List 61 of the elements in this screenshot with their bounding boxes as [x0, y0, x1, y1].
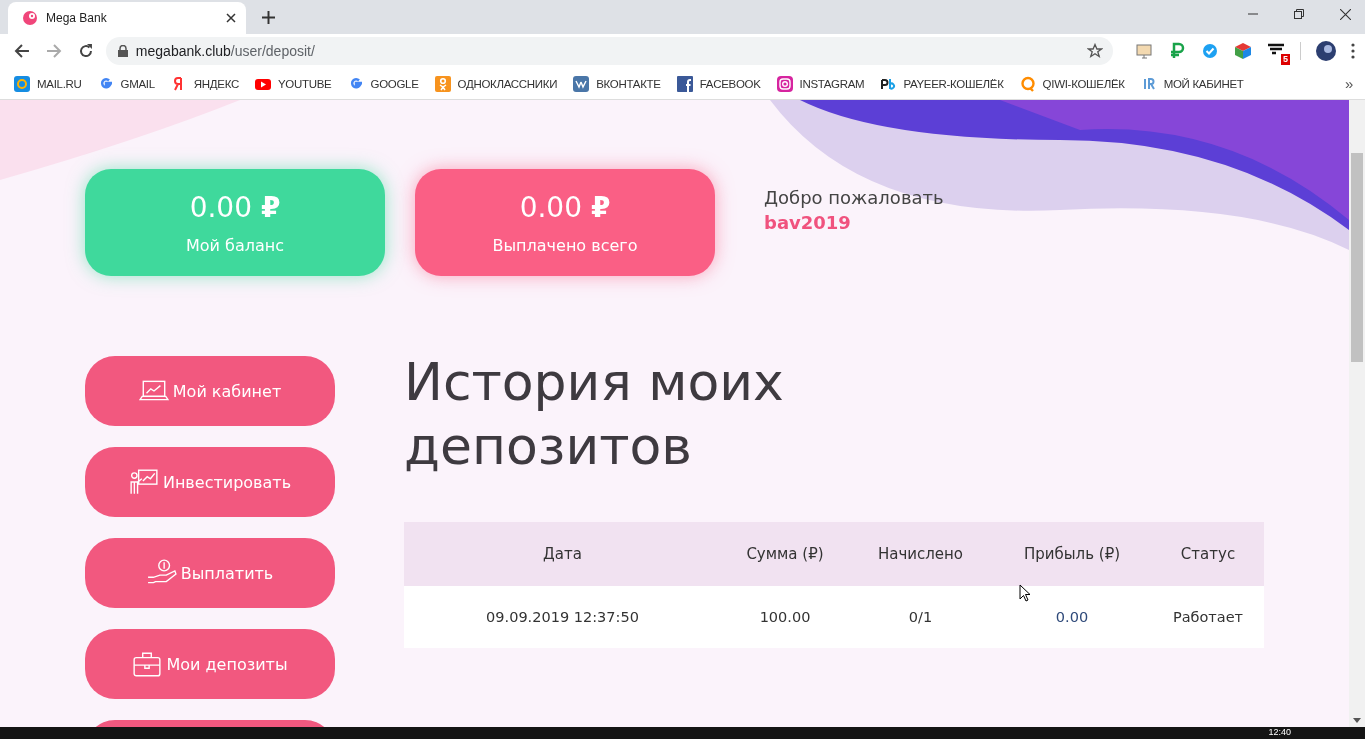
username: bav2019: [764, 211, 852, 233]
bookmark[interactable]: MAIL.RU: [14, 75, 82, 92]
bookmark[interactable]: YOUTUBE: [255, 75, 332, 92]
cube-icon[interactable]: [1234, 42, 1252, 60]
column-header: Сумма (₽): [745, 545, 825, 563]
stat-amount: 0.00 ₽: [519, 190, 611, 224]
avatar-icon[interactable]: [1316, 41, 1336, 61]
bookmark[interactable]: PAYEER-КОШЕЛЁК: [880, 75, 1004, 92]
clock-text: 12:40: [1268, 727, 1291, 737]
welcome-text: Добро пожаловать: [764, 186, 944, 208]
stat-amount: 0.00 ₽: [189, 190, 281, 224]
column-header: Начислено: [876, 545, 965, 563]
table-cell-text: Работает: [1171, 609, 1245, 625]
logo-icon: [22, 10, 38, 26]
close-icon[interactable]: [226, 13, 236, 23]
monitor-icon[interactable]: [1135, 42, 1153, 60]
address-bar[interactable]: megabank.club/user/deposit/: [105, 37, 1113, 65]
bookmark-icon: [1019, 75, 1036, 92]
more-bookmarks-button[interactable]: »: [1344, 75, 1353, 92]
check-icon[interactable]: [1201, 42, 1219, 60]
url-text: megabank.club/user/deposit/: [135, 43, 316, 59]
bookmark-icon: [676, 75, 693, 92]
bookmark[interactable]: МОЙ КАБИНЕТ: [1140, 75, 1244, 92]
stat-label: Выплачено всего: [492, 235, 638, 255]
new-tab-icon[interactable]: [262, 11, 275, 24]
table-cell-text: 100.00: [758, 609, 812, 625]
scrollbar-thumb[interactable]: [1351, 153, 1363, 362]
table-cell-text: 09.09.2019 12:37:50: [485, 609, 640, 625]
column-header: Дата: [542, 545, 583, 563]
browser-tab[interactable]: Mega Bank: [8, 2, 246, 34]
back-icon[interactable]: [14, 43, 30, 59]
lock-icon: [117, 45, 128, 57]
bookmark[interactable]: FACEBOOK: [676, 75, 761, 92]
bookmark-icon: [776, 75, 793, 92]
bookmark[interactable]: ОДНОКЛАССНИКИ: [434, 75, 558, 92]
extension-badge: 5: [1281, 54, 1290, 65]
stat-label: Мой баланс: [185, 235, 284, 255]
bookmark[interactable]: QIWI-КОШЕЛЁК: [1019, 75, 1125, 92]
table-cell-text: 0/1: [907, 609, 934, 625]
column-header: Статус: [1179, 545, 1237, 563]
table-cell-text: 0.00: [1054, 609, 1090, 625]
bookmark[interactable]: ЯНДЕКС: [170, 75, 239, 92]
presentation-icon: [128, 467, 159, 497]
bookmark-icon: [434, 75, 451, 92]
bookmark[interactable]: ВКОНТАКТЕ: [573, 75, 661, 92]
menu-icon[interactable]: [1351, 43, 1355, 59]
restore-icon[interactable]: [1294, 9, 1304, 19]
bookmark-icon: [573, 75, 590, 92]
ruble-icon[interactable]: [1168, 42, 1186, 60]
page-heading: История моих депозитов: [404, 351, 785, 478]
scrollbar[interactable]: [1349, 100, 1365, 727]
bookmark[interactable]: GOOGLE: [347, 75, 419, 92]
bookmark-icon: [14, 75, 30, 92]
column-header: Прибыль (₽): [1022, 545, 1122, 563]
tab-title: Mega Bank: [46, 11, 108, 25]
reload-icon[interactable]: [77, 43, 94, 59]
bookmark[interactable]: INSTAGRAM: [776, 75, 865, 92]
star-icon[interactable]: [1087, 43, 1103, 59]
close-icon[interactable]: [1340, 9, 1351, 20]
scroll-down-icon[interactable]: [1353, 718, 1361, 723]
bookmark[interactable]: GMAIL: [97, 75, 155, 92]
